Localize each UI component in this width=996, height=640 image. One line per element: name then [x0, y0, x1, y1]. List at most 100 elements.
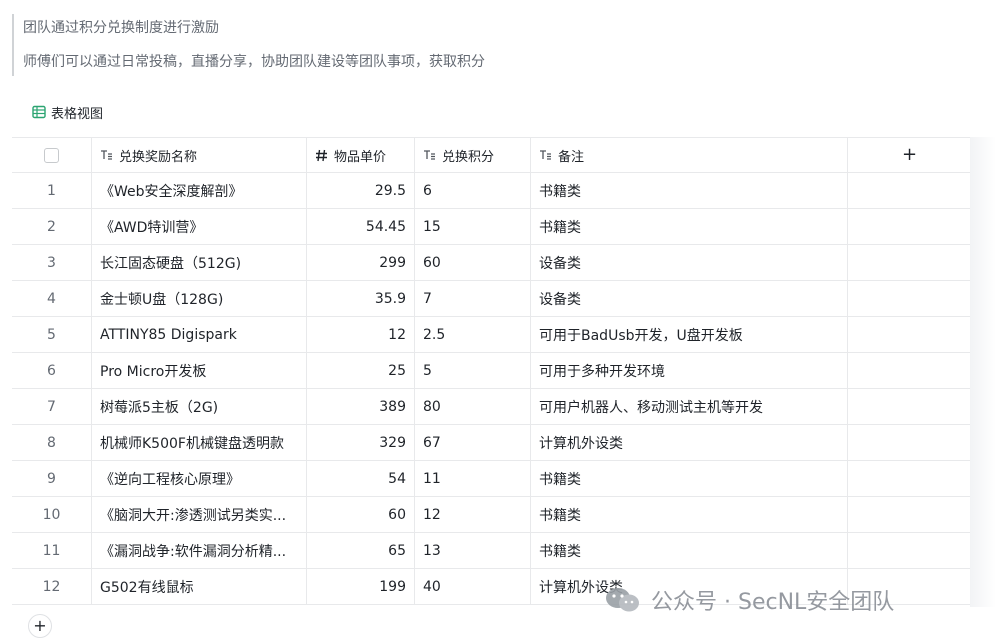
cell-price[interactable]: 60	[307, 497, 415, 532]
cell-name[interactable]: 《AWD特训营》	[92, 209, 307, 244]
text-field-icon	[423, 149, 436, 161]
cell-price[interactable]: 54	[307, 461, 415, 496]
cell-empty	[848, 209, 972, 244]
text-field-icon	[539, 149, 552, 161]
cell-name[interactable]: 《Web安全深度解剖》	[92, 173, 307, 208]
cell-points[interactable]: 12	[415, 497, 531, 532]
column-header-note[interactable]: 备注	[531, 138, 848, 172]
cell-price[interactable]: 65	[307, 533, 415, 568]
table-row[interactable]: 4 金士顿U盘（128G) 35.9 7 设备类	[12, 281, 972, 317]
cell-price[interactable]: 199	[307, 569, 415, 604]
cell-name[interactable]: 《逆向工程核心原理》	[92, 461, 307, 496]
intro-quote: 团队通过积分兑换制度进行激励 师傅们可以通过日常投稿，直播分享，协助团队建设等团…	[12, 14, 612, 76]
row-index: 3	[12, 245, 92, 280]
row-index: 10	[12, 497, 92, 532]
column-header-label: 兑换奖励名称	[119, 149, 198, 165]
table-row[interactable]: 1 《Web安全深度解剖》 29.5 6 书籍类	[12, 173, 972, 209]
table-row[interactable]: 10 《脑洞大开:渗透测试另类实... 60 12 书籍类	[12, 497, 972, 533]
cell-points[interactable]: 7	[415, 281, 531, 316]
cell-price[interactable]: 12	[307, 317, 415, 352]
cell-name[interactable]: ATTINY85 Digispark	[92, 317, 307, 352]
table-row[interactable]: 11 《漏洞战争:软件漏洞分析精... 65 13 书籍类	[12, 533, 972, 569]
cell-note[interactable]: 书籍类	[531, 461, 848, 496]
watermark: 公众号 · SecNL安全团队	[603, 584, 894, 616]
cell-empty	[848, 425, 972, 460]
cell-price[interactable]: 329	[307, 425, 415, 460]
cell-note[interactable]: 书籍类	[531, 497, 848, 532]
table-view-tab[interactable]: 表格视图	[32, 101, 103, 123]
table-view-label: 表格视图	[51, 106, 104, 122]
column-header-price[interactable]: 物品单价	[307, 138, 415, 172]
table-row[interactable]: 9 《逆向工程核心原理》 54 11 书籍类	[12, 461, 972, 497]
cell-empty	[848, 461, 972, 496]
cell-note[interactable]: 计算机外设类	[531, 425, 848, 460]
intro-line-1: 团队通过积分兑换制度进行激励	[23, 20, 219, 36]
cell-points[interactable]: 15	[415, 209, 531, 244]
cell-points[interactable]: 67	[415, 425, 531, 460]
row-index: 4	[12, 281, 92, 316]
cell-note[interactable]: 可用户机器人、移动测试主机等开发	[531, 389, 848, 424]
cell-note[interactable]: 可用于BadUsb开发，U盘开发板	[531, 317, 848, 352]
table-row[interactable]: 6 Pro Micro开发板 25 5 可用于多种开发环境	[12, 353, 972, 389]
plus-icon: +	[33, 616, 47, 635]
row-index: 5	[12, 317, 92, 352]
cell-empty	[848, 389, 972, 424]
column-header-points[interactable]: 兑换积分	[415, 138, 531, 172]
intro-line-2: 师傅们可以通过日常投稿，直播分享，协助团队建设等团队事项，获取积分	[23, 54, 485, 70]
column-header-label: 物品单价	[334, 149, 387, 165]
cell-name[interactable]: G502有线鼠标	[92, 569, 307, 604]
data-table: 兑换奖励名称 物品单价 兑换积分 备注 + 1 《Web安全深度解剖》 29.5 6 书…	[12, 137, 972, 605]
cell-price[interactable]: 299	[307, 245, 415, 280]
table-row[interactable]: 7 树莓派5主板（2G) 389 80 可用户机器人、移动测试主机等开发	[12, 389, 972, 425]
table-row[interactable]: 3 长江固态硬盘（512G) 299 60 设备类	[12, 245, 972, 281]
cell-empty	[848, 353, 972, 388]
cell-empty	[848, 245, 972, 280]
cell-price[interactable]: 35.9	[307, 281, 415, 316]
cell-empty	[848, 533, 972, 568]
cell-empty	[848, 281, 972, 316]
table-row[interactable]: 5 ATTINY85 Digispark 12 2.5 可用于BadUsb开发，U盘开发…	[12, 317, 972, 353]
cell-points[interactable]: 5	[415, 353, 531, 388]
cell-name[interactable]: 《漏洞战争:软件漏洞分析精...	[92, 533, 307, 568]
cell-name[interactable]: Pro Micro开发板	[92, 353, 307, 388]
cell-note[interactable]: 书籍类	[531, 173, 848, 208]
number-field-icon	[315, 149, 328, 162]
cell-note[interactable]: 可用于多种开发环境	[531, 353, 848, 388]
cell-note[interactable]: 书籍类	[531, 533, 848, 568]
cell-points[interactable]: 11	[415, 461, 531, 496]
cell-name[interactable]: 金士顿U盘（128G)	[92, 281, 307, 316]
select-all-checkbox[interactable]	[44, 147, 59, 163]
cell-points[interactable]: 6	[415, 173, 531, 208]
cell-note[interactable]: 书籍类	[531, 209, 848, 244]
cell-price[interactable]: 54.45	[307, 209, 415, 244]
table-header-row: 兑换奖励名称 物品单价 兑换积分 备注 +	[12, 137, 972, 173]
row-index: 11	[12, 533, 92, 568]
cell-empty	[848, 173, 972, 208]
cell-note[interactable]: 设备类	[531, 245, 848, 280]
cell-price[interactable]: 389	[307, 389, 415, 424]
cell-name[interactable]: 机械师K500F机械键盘透明款	[92, 425, 307, 460]
cell-name[interactable]: 树莓派5主板（2G)	[92, 389, 307, 424]
cell-note[interactable]: 设备类	[531, 281, 848, 316]
add-row-button[interactable]: +	[28, 614, 52, 638]
cell-points[interactable]: 13	[415, 533, 531, 568]
cell-points[interactable]: 80	[415, 389, 531, 424]
row-index: 1	[12, 173, 92, 208]
table-row[interactable]: 2 《AWD特训营》 54.45 15 书籍类	[12, 209, 972, 245]
row-index: 2	[12, 209, 92, 244]
cell-points[interactable]: 40	[415, 569, 531, 604]
row-index: 12	[12, 569, 92, 604]
column-header-name[interactable]: 兑换奖励名称	[92, 138, 307, 172]
table-row[interactable]: 8 机械师K500F机械键盘透明款 329 67 计算机外设类	[12, 425, 972, 461]
add-column-button[interactable]: +	[848, 138, 972, 172]
column-header-label: 备注	[558, 149, 585, 165]
cell-price[interactable]: 25	[307, 353, 415, 388]
cell-name[interactable]: 《脑洞大开:渗透测试另类实...	[92, 497, 307, 532]
cell-price[interactable]: 29.5	[307, 173, 415, 208]
scroll-shadow	[970, 137, 996, 607]
cell-points[interactable]: 60	[415, 245, 531, 280]
plus-icon: +	[901, 144, 918, 165]
cell-name[interactable]: 长江固态硬盘（512G)	[92, 245, 307, 280]
cell-points[interactable]: 2.5	[415, 317, 531, 352]
row-index: 8	[12, 425, 92, 460]
